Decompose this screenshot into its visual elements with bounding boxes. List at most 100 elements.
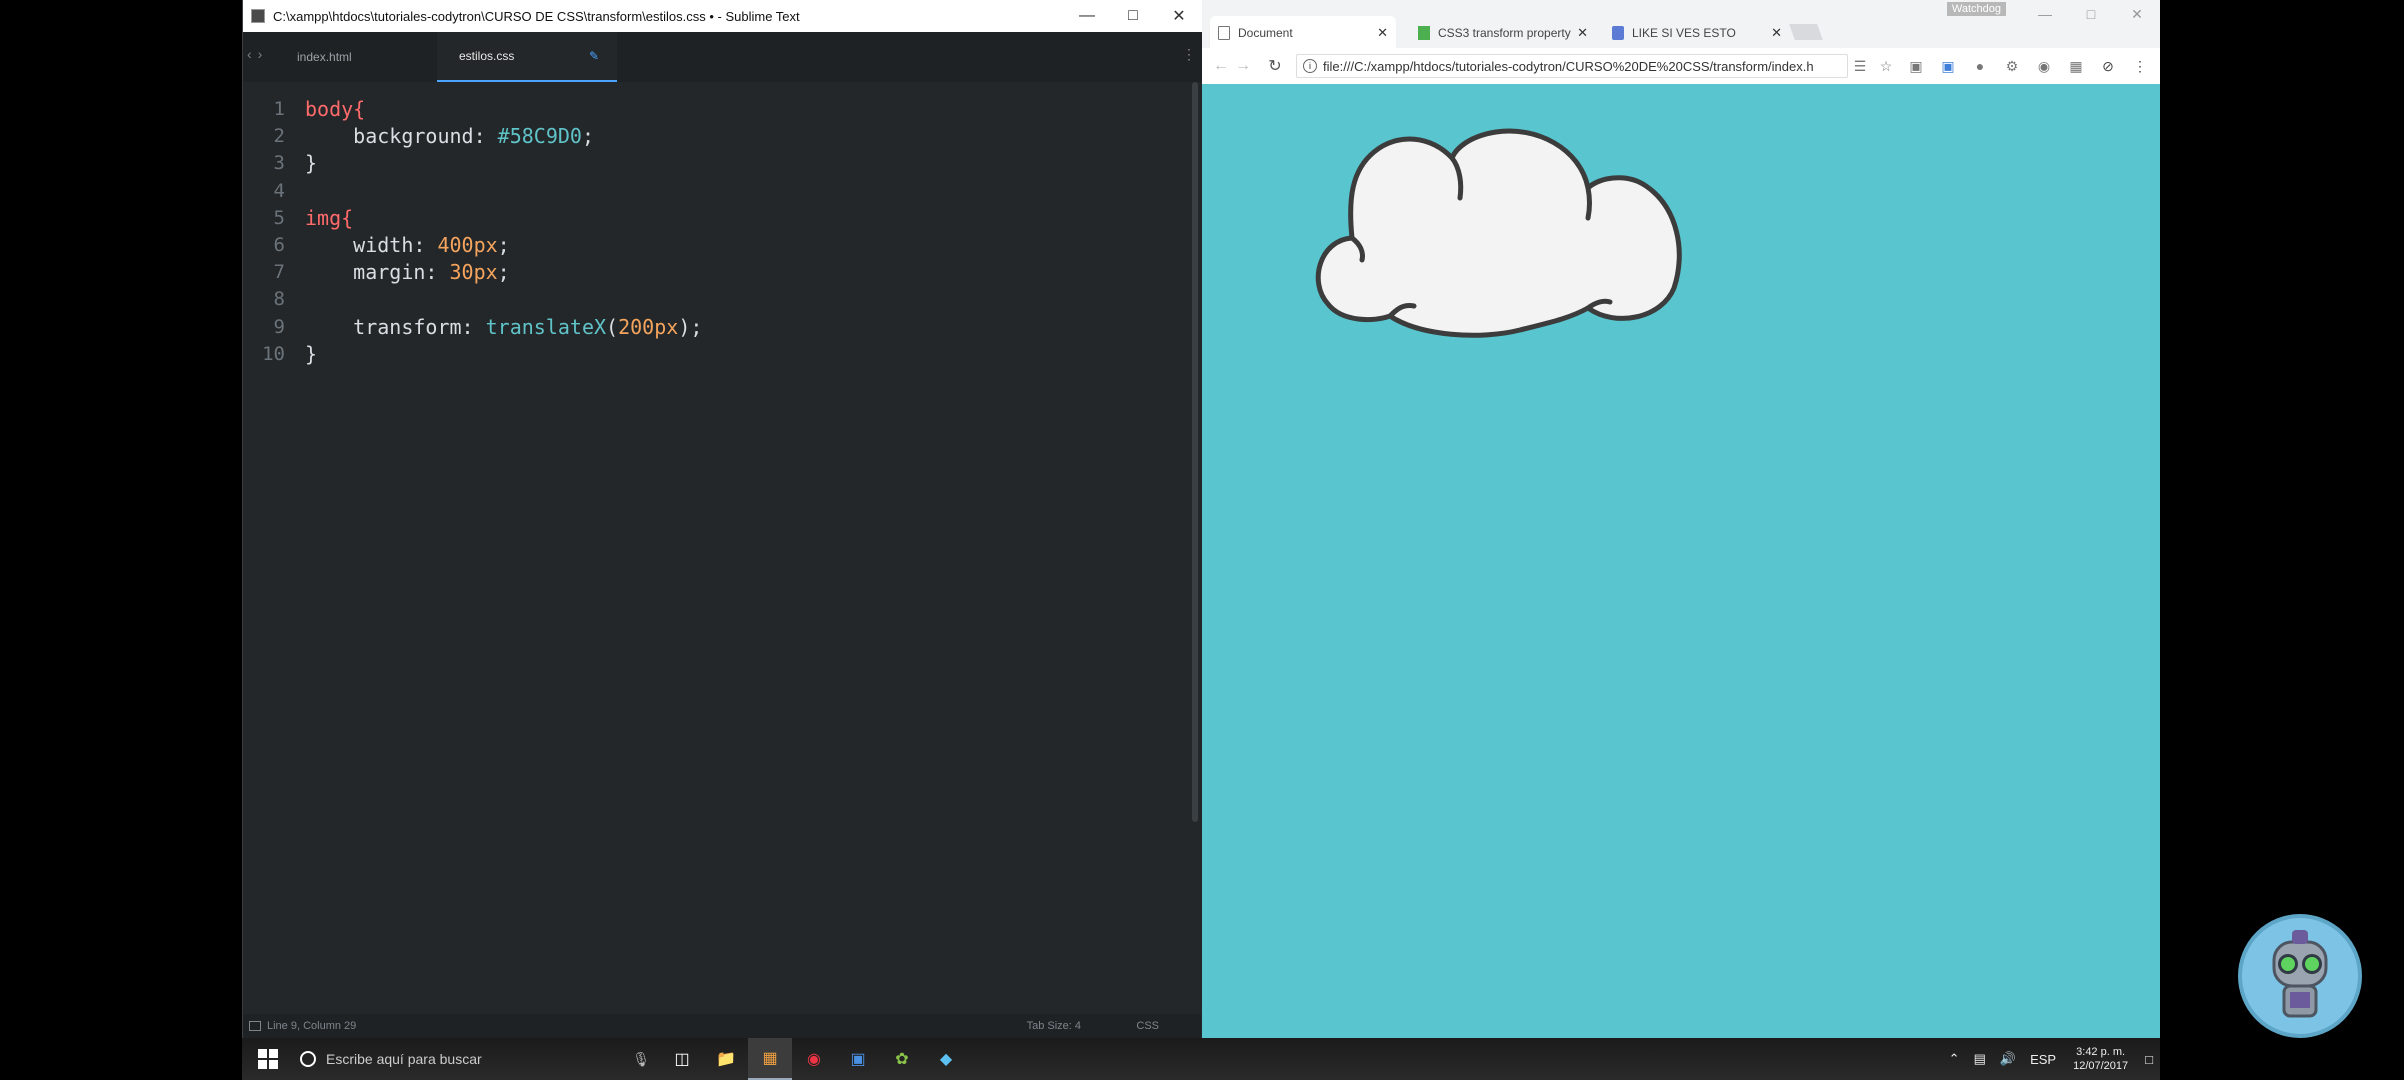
cloud-image: [1315, 128, 1682, 338]
extension-4-icon[interactable]: ⚙: [2004, 58, 2020, 74]
reload-icon[interactable]: ↻: [1264, 56, 1286, 76]
microphone-icon[interactable]: 🎙: [632, 1051, 650, 1068]
profile-badge[interactable]: Watchdog: [1946, 2, 2006, 16]
chrome-window: Document ✕ CSS3 transform property ✕ LIK…: [1202, 0, 2160, 1038]
panel-toggle-icon[interactable]: [249, 1021, 261, 1031]
close-icon[interactable]: ✕: [2114, 0, 2160, 28]
address-bar[interactable]: i file:///C:/xampp/htdocs/tutoriales-cod…: [1296, 54, 1848, 78]
close-tab-icon[interactable]: ✕: [1577, 25, 1588, 41]
chrome-window-controls: — □ ✕: [2022, 0, 2160, 28]
app-icon[interactable]: ◆: [924, 1038, 968, 1080]
tab-size[interactable]: Tab Size: 4: [1027, 1020, 1081, 1032]
volume-icon[interactable]: 🔊: [2000, 1051, 2016, 1067]
chrome-toolbar: ← → ↻ i file:///C:/xampp/htdocs/tutorial…: [1202, 48, 2160, 84]
extension-3-icon[interactable]: ●: [1972, 58, 1988, 74]
bookmark-star-icon[interactable]: ☆: [1878, 58, 1894, 74]
minimize-icon[interactable]: —: [1064, 0, 1110, 32]
tab-estilos-css[interactable]: estilos.css ✎: [437, 32, 617, 82]
tab-label: index.html: [297, 50, 352, 64]
cursor-position: Line 9, Column 29: [267, 1020, 357, 1032]
line-number: 7: [273, 261, 285, 284]
code-token: transform:: [305, 314, 486, 339]
code-text: }: [305, 150, 317, 177]
network-icon[interactable]: ▤: [1974, 1051, 1986, 1067]
code-token: ;: [497, 260, 510, 285]
tab-index-html[interactable]: index.html: [243, 32, 423, 82]
sublime-taskbar-icon[interactable]: ▦: [748, 1038, 792, 1080]
code-token: body: [305, 97, 354, 121]
clock-time: 3:42 p. m.: [2076, 1046, 2126, 1058]
syntax-mode[interactable]: CSS: [1136, 1020, 1159, 1032]
translate-icon[interactable]: ☰: [1852, 58, 1868, 74]
chrome-tab-like[interactable]: LIKE SI VES ESTO ✕: [1604, 16, 1790, 50]
extension-6-icon[interactable]: ▦: [2068, 58, 2084, 74]
code-token: img: [305, 205, 342, 230]
chrome-tab-document[interactable]: Document ✕: [1210, 16, 1396, 50]
cortana-icon[interactable]: [300, 1051, 316, 1067]
photoshop-icon[interactable]: ▣: [836, 1038, 880, 1080]
sublime-statusbar: Line 9, Column 29 Tab Size: 4 CSS: [243, 1014, 1201, 1038]
task-view-icon[interactable]: ◫: [660, 1038, 704, 1080]
unsaved-pencil-icon[interactable]: ✎: [589, 49, 599, 63]
code-token: 30px: [449, 260, 498, 285]
chrome-tab-label: Document: [1238, 26, 1293, 40]
camtasia-icon[interactable]: ✿: [880, 1038, 924, 1080]
taskbar-search[interactable]: Escribe aquí para buscar 🎙: [300, 1038, 660, 1080]
extension-7-icon[interactable]: ⊘: [2100, 58, 2116, 74]
sublime-titlebar: C:\xampp\htdocs\tutoriales-codytron\CURS…: [243, 0, 1202, 32]
code-text: background: #58C9D0;: [305, 123, 594, 150]
code-text: body{: [305, 96, 365, 123]
chrome-tab-css3-transform[interactable]: CSS3 transform property ✕: [1410, 16, 1596, 50]
clock-date: 12/07/2017: [2073, 1060, 2129, 1072]
show-hidden-icons-icon[interactable]: ⌃: [1949, 1051, 1960, 1067]
sublime-window-controls: — □ ✕: [1064, 0, 1202, 32]
robot-avatar: [2238, 914, 2362, 1038]
action-center-icon[interactable]: □: [2145, 1052, 2153, 1067]
tab-label: estilos.css: [459, 49, 515, 63]
close-tab-icon[interactable]: ✕: [1771, 25, 1782, 41]
maximize-icon[interactable]: □: [1110, 0, 1156, 32]
code-token: (: [606, 314, 619, 339]
code-token: #58C9D0: [497, 124, 582, 149]
code-token: }: [305, 151, 318, 176]
maximize-icon[interactable]: □: [2068, 0, 2114, 28]
chrome-taskbar-icon[interactable]: ◉: [792, 1038, 836, 1080]
file-explorer-icon[interactable]: 📁: [704, 1038, 748, 1080]
sublime-app-icon: [251, 9, 265, 23]
chrome-menu-icon[interactable]: ⋮: [2132, 58, 2148, 74]
code-text: width: 400px;: [305, 232, 510, 259]
code-token: width:: [305, 233, 438, 257]
sublime-window-title: C:\xampp\htdocs\tutoriales-codytron\CURS…: [273, 8, 800, 24]
line-number: 10: [262, 342, 285, 365]
w3schools-icon: [1418, 26, 1430, 40]
new-tab-button[interactable]: [1789, 24, 1823, 40]
line-number: 8: [273, 288, 285, 311]
extension-1-icon[interactable]: ▣: [1908, 58, 1924, 74]
code-token: translateX: [485, 314, 607, 339]
minimize-icon[interactable]: —: [2022, 0, 2068, 28]
code-token: }: [305, 341, 318, 366]
back-arrow-icon[interactable]: ←: [1210, 57, 1232, 75]
code-text: }: [305, 341, 317, 368]
code-token: margin:: [305, 260, 450, 285]
page-icon: [1218, 26, 1230, 40]
editor-scrollbar[interactable]: [1192, 82, 1198, 822]
line-number: 9: [273, 315, 285, 338]
google-translate-icon[interactable]: ▣: [1940, 58, 1956, 74]
tab-menu-icon[interactable]: ⋮: [1182, 46, 1196, 63]
language-indicator[interactable]: ESP: [2030, 1052, 2056, 1067]
code-editor[interactable]: 1 body{2 background: #58C9D0; 3} 4 5 img{6 wi…: [243, 82, 1201, 1002]
code-text: transform: translateX(200px);: [305, 314, 702, 341]
close-tab-icon[interactable]: ✕: [1377, 25, 1388, 41]
clock[interactable]: 3:42 p. m. 12/07/2017: [2073, 1045, 2128, 1073]
info-icon[interactable]: i: [1303, 59, 1317, 73]
taskbar-search-placeholder: Escribe aquí para buscar: [326, 1051, 482, 1067]
page-viewport: [1202, 84, 2160, 1038]
chrome-tab-label: CSS3 transform property: [1438, 26, 1571, 40]
extension-5-icon[interactable]: ◉: [2036, 58, 2052, 74]
windows-start-icon[interactable]: [258, 1049, 278, 1069]
line-number: 1: [273, 98, 285, 120]
forward-arrow-icon[interactable]: →: [1232, 57, 1254, 75]
close-icon[interactable]: ✕: [1156, 0, 1202, 32]
code-token: ;: [581, 124, 594, 149]
